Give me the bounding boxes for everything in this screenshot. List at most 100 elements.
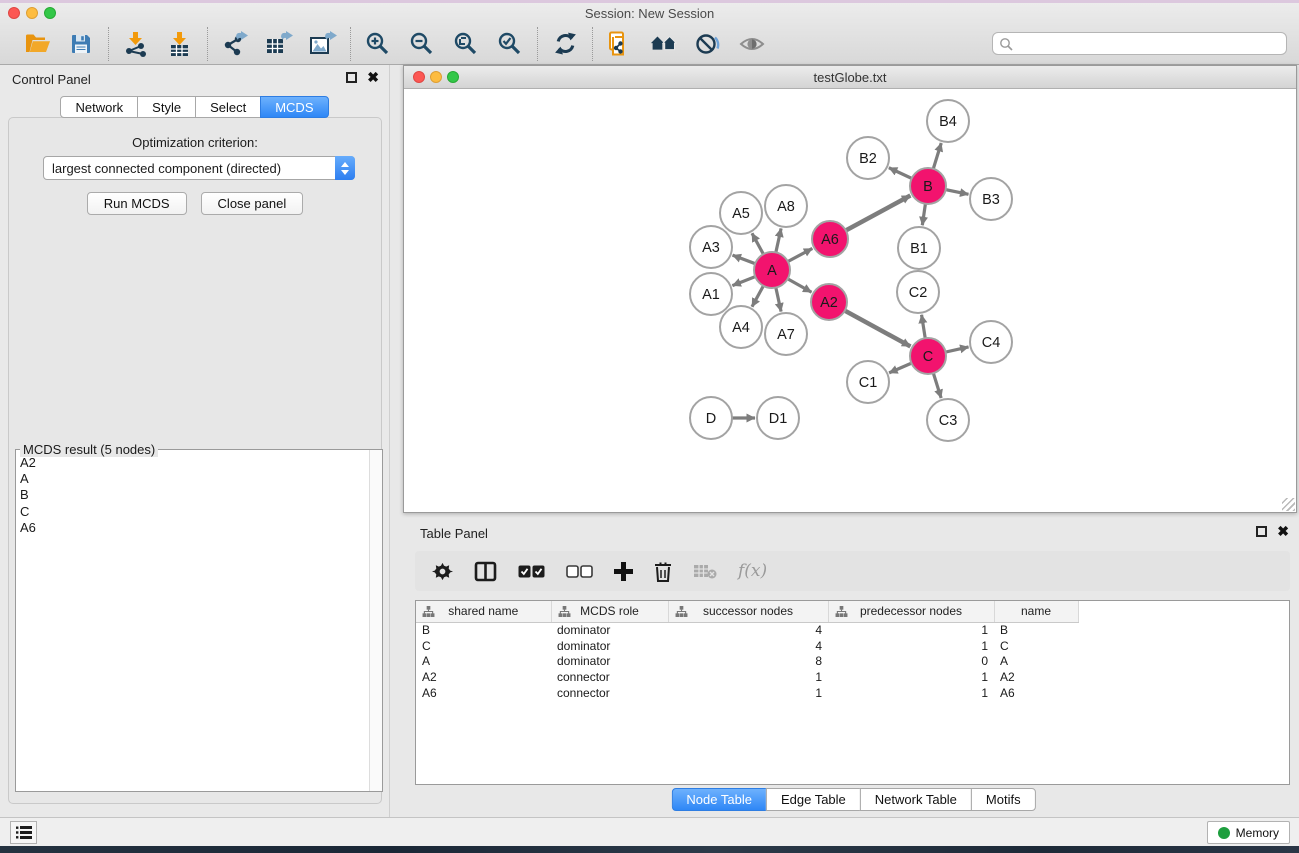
show-task-history-button[interactable] — [10, 821, 37, 844]
table-cell[interactable]: A2 — [994, 669, 1078, 685]
column-header-shared-name[interactable]: shared name — [416, 601, 551, 622]
network-canvas-svg: AA6A2BCA5A8A3A1A4A7B2B4B3B1C2C4C1C3DD1 — [404, 89, 1296, 512]
memory-label: Memory — [1236, 826, 1279, 840]
mcds-result-item[interactable]: C — [20, 504, 369, 520]
column-header-predecessor-nodes[interactable]: predecessor nodes — [828, 601, 994, 622]
table-cell[interactable]: 1 — [828, 622, 994, 638]
table-cell[interactable]: 1 — [828, 669, 994, 685]
table-cell[interactable]: B — [994, 622, 1078, 638]
zoom-fit-icon[interactable] — [452, 30, 480, 58]
table-cell[interactable]: dominator — [551, 653, 668, 669]
table-cell[interactable]: dominator — [551, 638, 668, 654]
show-columns-icon[interactable] — [474, 561, 497, 582]
open-session-icon[interactable] — [23, 30, 51, 58]
tab-mcds[interactable]: MCDS — [260, 96, 328, 118]
graph-node-label: B1 — [910, 241, 928, 257]
table-cell[interactable]: 1 — [668, 669, 828, 685]
column-header-successor-nodes[interactable]: successor nodes — [668, 601, 828, 622]
search-icon — [999, 37, 1013, 51]
tab-network[interactable]: Network — [60, 96, 138, 118]
tab-style[interactable]: Style — [137, 96, 196, 118]
column-header-name[interactable]: name — [994, 601, 1078, 622]
memory-button[interactable]: Memory — [1207, 821, 1290, 844]
column-header-mcds-role[interactable]: MCDS role — [551, 601, 668, 622]
search-input[interactable] — [1013, 37, 1280, 51]
mcds-result-scrollbar[interactable] — [369, 450, 382, 791]
mcds-result-item[interactable]: B — [20, 487, 369, 503]
table-row[interactable]: Adominator80A — [416, 653, 1078, 669]
float-table-panel-icon[interactable] — [1256, 526, 1267, 537]
tab-edge-table[interactable]: Edge Table — [766, 788, 861, 811]
table-cell[interactable]: C — [416, 638, 551, 654]
table-cell[interactable]: connector — [551, 685, 668, 701]
export-image-icon[interactable] — [309, 30, 337, 58]
export-table-icon[interactable] — [265, 30, 293, 58]
tab-motifs[interactable]: Motifs — [971, 788, 1036, 811]
table-cell[interactable]: 8 — [668, 653, 828, 669]
table-cell[interactable]: C — [994, 638, 1078, 654]
network-from-selection-icon[interactable] — [606, 30, 634, 58]
table-row[interactable]: Cdominator41C — [416, 638, 1078, 654]
table-cell[interactable]: 0 — [828, 653, 994, 669]
network-view-window: testGlobe.txt AA6A2BCA5A8A3A1A4A7B2B4B3B… — [403, 65, 1297, 513]
table-cell[interactable]: 1 — [668, 685, 828, 701]
unselect-all-columns-icon[interactable] — [566, 565, 593, 578]
desktop-background-strip — [0, 846, 1299, 853]
table-cell[interactable]: A6 — [994, 685, 1078, 701]
table-cell[interactable]: 4 — [668, 638, 828, 654]
hide-graphics-details-icon[interactable] — [694, 30, 722, 58]
float-panel-icon[interactable] — [346, 72, 357, 83]
table-cell[interactable]: A — [994, 653, 1078, 669]
table-cell[interactable]: connector — [551, 669, 668, 685]
zoom-in-icon[interactable] — [364, 30, 392, 58]
close-panel-icon[interactable]: ✖ — [367, 72, 379, 83]
node-table: shared name MCDS role successor nodes pr… — [415, 600, 1290, 785]
graph-node-label: A5 — [732, 206, 750, 222]
window-resize-grip[interactable] — [1282, 498, 1295, 511]
table-cell[interactable]: A2 — [416, 669, 551, 685]
close-panel-button[interactable]: Close panel — [201, 192, 304, 215]
import-network-icon[interactable] — [122, 30, 150, 58]
show-graphics-details-icon[interactable] — [738, 30, 766, 58]
table-settings-gear-icon[interactable] — [432, 561, 453, 582]
graph-node-label: A3 — [702, 240, 720, 256]
mcds-result-item[interactable]: A — [20, 471, 369, 487]
memory-status-dot — [1218, 827, 1230, 839]
select-all-columns-icon[interactable] — [518, 565, 545, 578]
cybrowser-home-icon[interactable] — [650, 30, 678, 58]
import-table-icon[interactable] — [166, 30, 194, 58]
run-mcds-button[interactable]: Run MCDS — [87, 192, 187, 215]
table-cell[interactable]: B — [416, 622, 551, 638]
zoom-selected-icon[interactable] — [496, 30, 524, 58]
table-row[interactable]: A2connector11A2 — [416, 669, 1078, 685]
control-panel-title: Control Panel — [12, 72, 91, 87]
table-cell[interactable]: dominator — [551, 622, 668, 638]
mcds-result-item[interactable]: A2 — [20, 455, 369, 471]
create-column-icon[interactable] — [614, 562, 633, 581]
zoom-out-icon[interactable] — [408, 30, 436, 58]
table-cell[interactable]: 1 — [828, 638, 994, 654]
table-cell[interactable]: 4 — [668, 622, 828, 638]
network-canvas[interactable]: AA6A2BCA5A8A3A1A4A7B2B4B3B1C2C4C1C3DD1 — [404, 89, 1296, 512]
network-window-titlebar[interactable]: testGlobe.txt — [404, 66, 1296, 89]
graph-node-label: A4 — [732, 320, 750, 336]
graph-node-label: D — [706, 411, 716, 427]
export-network-icon[interactable] — [221, 30, 249, 58]
save-session-icon[interactable] — [67, 30, 95, 58]
table-row[interactable]: Bdominator41B — [416, 622, 1078, 638]
tab-node-table[interactable]: Node Table — [671, 788, 767, 811]
close-table-panel-icon[interactable]: ✖ — [1277, 526, 1289, 537]
optimization-criterion-select[interactable]: largest connected component (directed) — [43, 156, 355, 180]
graph-node-label: B4 — [939, 114, 957, 130]
tab-select[interactable]: Select — [195, 96, 261, 118]
table-cell[interactable]: 1 — [828, 685, 994, 701]
delete-column-icon[interactable] — [654, 561, 672, 582]
tab-network-table[interactable]: Network Table — [860, 788, 972, 811]
table-row[interactable]: A6connector11A6 — [416, 685, 1078, 701]
table-cell[interactable]: A — [416, 653, 551, 669]
search-field[interactable] — [992, 32, 1287, 55]
refresh-icon[interactable] — [551, 30, 579, 58]
table-cell[interactable]: A6 — [416, 685, 551, 701]
mcds-result-item[interactable]: A6 — [20, 520, 369, 536]
control-panel-tabs: Network Style Select MCDS — [0, 96, 389, 118]
